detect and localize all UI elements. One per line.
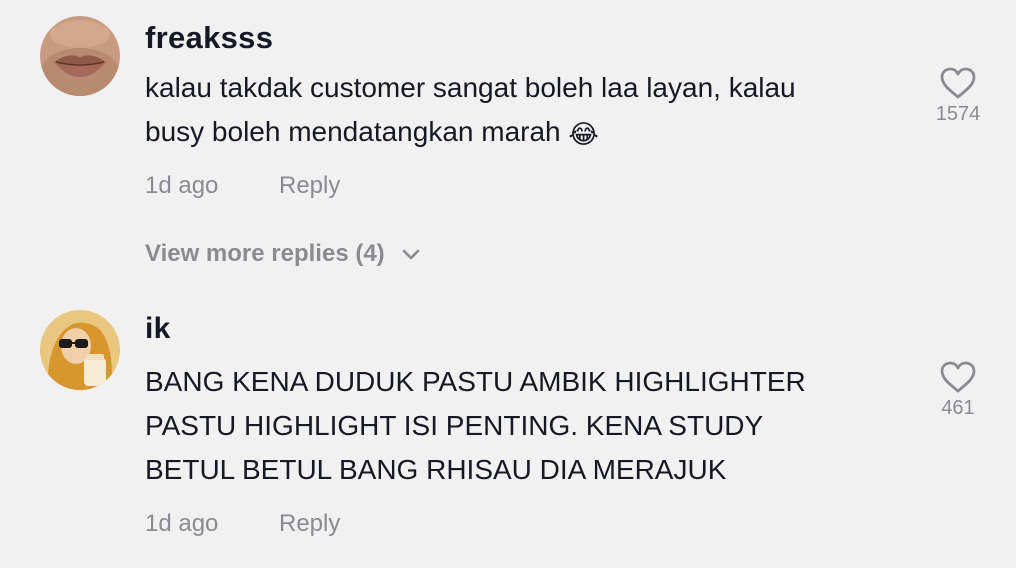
comment-text-line: BANG KENA DUDUK PASTU AMBIK HIGHLIGHTER	[145, 366, 806, 397]
chevron-down-icon	[401, 241, 421, 269]
like-count: 461	[941, 397, 975, 419]
avatar[interactable]	[40, 16, 120, 96]
person-with-sunglasses-avatar-image	[40, 310, 120, 390]
comment-meta: 1d ago Reply	[145, 510, 340, 538]
comment-text-line: busy boleh mendatangkan marah 😂	[145, 110, 905, 156]
username[interactable]: ik	[145, 312, 171, 346]
view-more-replies-button[interactable]: View more replies (4)	[145, 240, 421, 269]
comment-text-line-content: busy boleh mendatangkan marah	[145, 116, 561, 147]
reply-button[interactable]: Reply	[279, 172, 340, 200]
comment-text-line: kalau takdak customer sangat boleh laa l…	[145, 72, 796, 103]
comment-text: BANG KENA DUDUK PASTU AMBIK HIGHLIGHTER …	[145, 360, 905, 492]
laughing-emoji: 😂	[568, 119, 599, 149]
heart-outline-icon	[940, 361, 976, 393]
avatar[interactable]	[40, 310, 120, 390]
timestamp: 1d ago	[145, 172, 219, 199]
timestamp: 1d ago	[145, 510, 219, 537]
like-button[interactable]: 461	[922, 360, 994, 420]
comment-text: kalau takdak customer sangat boleh laa l…	[145, 66, 905, 156]
heart-outline-icon	[940, 67, 976, 99]
comment-text-line: PASTU HIGHLIGHT ISI PENTING. KENA STUDY	[145, 410, 764, 441]
reply-button[interactable]: Reply	[279, 510, 340, 538]
comment-meta: 1d ago Reply	[145, 172, 340, 200]
view-more-replies-label: View more replies (4)	[145, 240, 385, 267]
lips-avatar-image	[40, 16, 120, 96]
like-count: 1574	[935, 103, 981, 125]
comment-text-line: BETUL BETUL BANG RHISAU DIA MERAJUK	[145, 454, 727, 485]
username[interactable]: freaksss	[145, 20, 273, 56]
like-button[interactable]: 1574	[922, 66, 994, 126]
